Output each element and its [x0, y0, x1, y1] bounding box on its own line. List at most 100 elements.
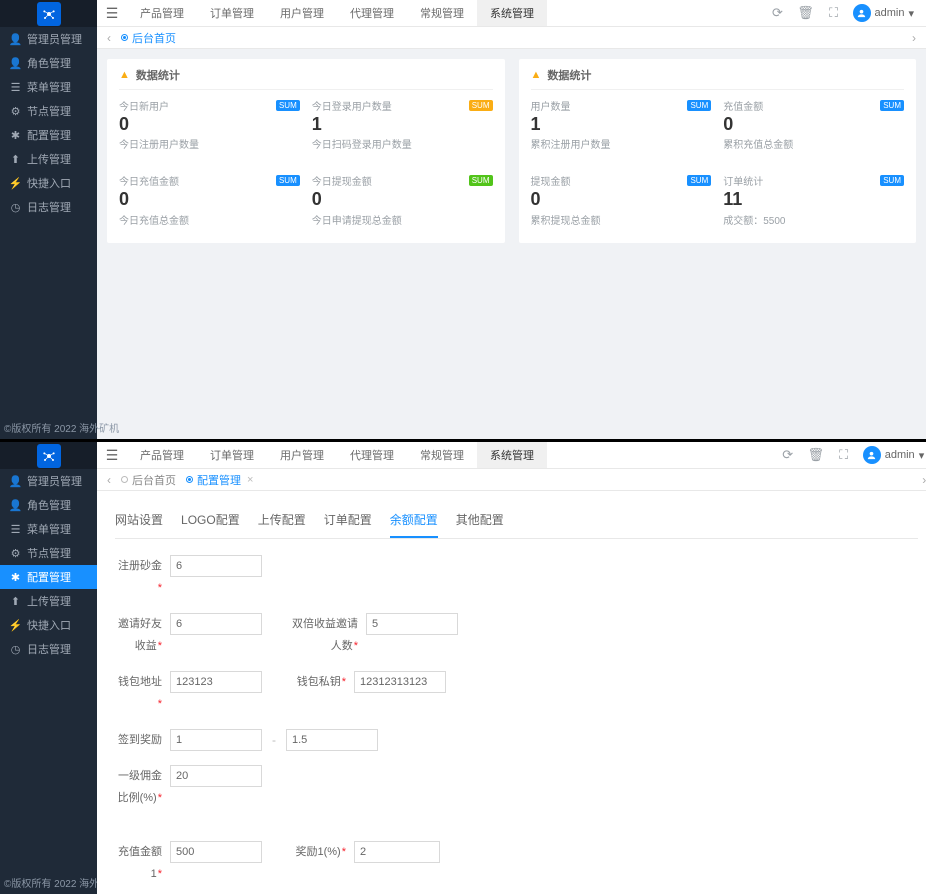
label-invite: 邀请好友收益* [115, 613, 162, 657]
user-icon: 👤 [10, 500, 21, 511]
badge: SUM [687, 175, 711, 186]
sidebar-item-admin[interactable]: 👤 管理员管理 [0, 27, 97, 51]
bonus1-input[interactable] [354, 841, 440, 863]
upload-icon: ⬆ [10, 596, 21, 607]
trash-icon[interactable]: 🗑 [807, 446, 825, 464]
refresh-icon[interactable]: ⟳ [779, 446, 797, 464]
tab-next-icon[interactable]: › [916, 469, 926, 491]
avatar [863, 446, 881, 464]
gear-icon: ✱ [10, 130, 21, 141]
cfg-tab-logo[interactable]: LOGO配置 [181, 507, 240, 538]
sidebar-label: 节点管理 [27, 545, 71, 561]
topnav-order[interactable]: 订单管理 [197, 0, 267, 26]
label-commission: 一级佣金比例(%)* [115, 765, 162, 809]
main-bot: ☰ 产品管理 订单管理 用户管理 代理管理 常规管理 系统管理 ⟳ 🗑 ⛶ ad… [97, 442, 926, 894]
sidebar-item-upload[interactable]: ⬆上传管理 [0, 589, 97, 613]
sidebar-footer: ©版权所有 2022 海外矿机 [0, 415, 97, 439]
cfg-tab-order[interactable]: 订单配置 [324, 507, 372, 538]
sidebar-item-node[interactable]: ⚙ 节点管理 [0, 541, 97, 565]
user-menu[interactable]: admin ▾ [853, 4, 915, 22]
user-menu[interactable]: admin ▾ [863, 446, 925, 464]
topnav-general[interactable]: 常规管理 [407, 442, 477, 468]
hamburger-icon[interactable]: ☰ [97, 0, 127, 27]
sidebar-item-node[interactable]: ⚙节点管理 [0, 99, 97, 123]
topnav-product[interactable]: 产品管理 [127, 0, 197, 26]
panel-title: 数据统计 [547, 67, 591, 83]
metric-label: 今日登录用户数量 [312, 98, 392, 113]
sidebar-item-quick[interactable]: ⚡快捷入口 [0, 171, 97, 195]
topbar: ☰ 产品管理 订单管理 用户管理 代理管理 常规管理 系统管理 ⟳ 🗑 ⛶ ad… [97, 442, 926, 469]
label-wallet-key: 钱包私钥* [288, 671, 346, 693]
recharge1-input[interactable] [170, 841, 262, 863]
fullscreen-icon[interactable]: ⛶ [835, 446, 853, 464]
topnav-user[interactable]: 用户管理 [267, 442, 337, 468]
refresh-icon[interactable]: ⟳ [769, 4, 787, 22]
double-input[interactable] [366, 613, 458, 635]
cfg-tab-balance[interactable]: 余额配置 [390, 507, 438, 538]
tab-home[interactable]: 后台首页 [121, 472, 176, 488]
sidebar-item-menu[interactable]: ☰菜单管理 [0, 75, 97, 99]
sidebar-item-upload[interactable]: ⬆上传管理 [0, 147, 97, 171]
main-top: ☰ 产品管理 订单管理 用户管理 代理管理 常规管理 系统管理 ⟳ 🗑 ⛶ ad… [97, 0, 926, 439]
sidebar-label: 日志管理 [27, 199, 71, 215]
breadcrumb: 后台首页 [132, 472, 176, 488]
close-icon[interactable]: × [247, 474, 253, 486]
topnav: 产品管理 订单管理 用户管理 代理管理 常规管理 系统管理 [127, 0, 547, 26]
content-config: 网站设置 LOGO配置 上传配置 订单配置 余额配置 其他配置 注册砂金* 邀请… [97, 491, 926, 894]
topnav-agent[interactable]: 代理管理 [337, 0, 407, 26]
cfg-tab-upload[interactable]: 上传配置 [258, 507, 306, 538]
trash-icon[interactable]: 🗑 [797, 4, 815, 22]
sidebar-item-role[interactable]: 👤角色管理 [0, 51, 97, 75]
tab-home[interactable]: 后台首页 [121, 30, 176, 46]
sidebar-label: 管理员管理 [27, 31, 82, 47]
wallet-key-input[interactable] [354, 671, 446, 693]
sign-max-input[interactable] [286, 729, 378, 751]
metric-recharge-total: 充值金额SUM 0 累积充值总金额 [723, 96, 904, 159]
sidebar-item-log[interactable]: ◷日志管理 [0, 195, 97, 219]
cfg-tab-other[interactable]: 其他配置 [456, 507, 504, 538]
sidebar-label: 配置管理 [27, 127, 71, 143]
sign-min-input[interactable] [170, 729, 262, 751]
tab-prev-icon[interactable]: ‹ [101, 469, 117, 491]
topbar: ☰ 产品管理 订单管理 用户管理 代理管理 常规管理 系统管理 ⟳ 🗑 ⛶ ad… [97, 0, 926, 27]
metric-sub: 今日注册用户数量 [119, 136, 300, 151]
label-bonus1: 奖励1(%)* [288, 841, 346, 863]
metric-value: 1 [312, 113, 493, 136]
sidebar-item-role[interactable]: 👤角色管理 [0, 493, 97, 517]
panel-stats-2: ▲数据统计 用户数量SUM 1 累积注册用户数量 充值金额SUM 0 累积充值总… [519, 59, 917, 243]
gear-icon: ⚙ [10, 548, 21, 559]
invite-input[interactable] [170, 613, 262, 635]
gear-icon: ⚙ [10, 106, 21, 117]
sidebar-item-quick[interactable]: ⚡快捷入口 [0, 613, 97, 637]
user-icon: 👤 [10, 34, 21, 45]
tab-next-icon[interactable]: › [906, 27, 922, 49]
topnav-product[interactable]: 产品管理 [127, 442, 197, 468]
sidebar-item-admin[interactable]: 👤管理员管理 [0, 469, 97, 493]
sidebar-item-menu[interactable]: ☰菜单管理 [0, 517, 97, 541]
tab-config[interactable]: 配置管理 × [186, 472, 253, 488]
sidebar-item-config[interactable]: ✱配置管理 [0, 565, 97, 589]
topnav-system[interactable]: 系统管理 [477, 0, 547, 26]
sidebar-item-config[interactable]: ✱ 配置管理 [0, 123, 97, 147]
hamburger-icon[interactable]: ☰ [97, 442, 127, 469]
reg-bonus-input[interactable] [170, 555, 262, 577]
fullscreen-icon[interactable]: ⛶ [825, 4, 843, 22]
topnav-general[interactable]: 常规管理 [407, 0, 477, 26]
badge: SUM [276, 100, 300, 111]
label-sign: 签到奖励 [115, 729, 162, 751]
topnav-user[interactable]: 用户管理 [267, 0, 337, 26]
user-name: admin [885, 449, 915, 461]
wallet-addr-input[interactable] [170, 671, 262, 693]
sidebar-label: 快捷入口 [27, 617, 71, 633]
commission-input[interactable] [170, 765, 262, 787]
badge: SUM [880, 175, 904, 186]
topnav-agent[interactable]: 代理管理 [337, 442, 407, 468]
cfg-tab-site[interactable]: 网站设置 [115, 507, 163, 538]
sidebar-item-log[interactable]: ◷日志管理 [0, 637, 97, 661]
tab-prev-icon[interactable]: ‹ [101, 27, 117, 49]
metric-order-stats: 订单统计SUM 11 成交额：5500 [723, 171, 904, 234]
topnav-system[interactable]: 系统管理 [477, 442, 547, 468]
metric-label: 今日提现金额 [312, 173, 372, 188]
topnav-order[interactable]: 订单管理 [197, 442, 267, 468]
metric-withdraw-today: 今日提现金额SUM 0 今日申请提现总金额 [312, 171, 493, 234]
